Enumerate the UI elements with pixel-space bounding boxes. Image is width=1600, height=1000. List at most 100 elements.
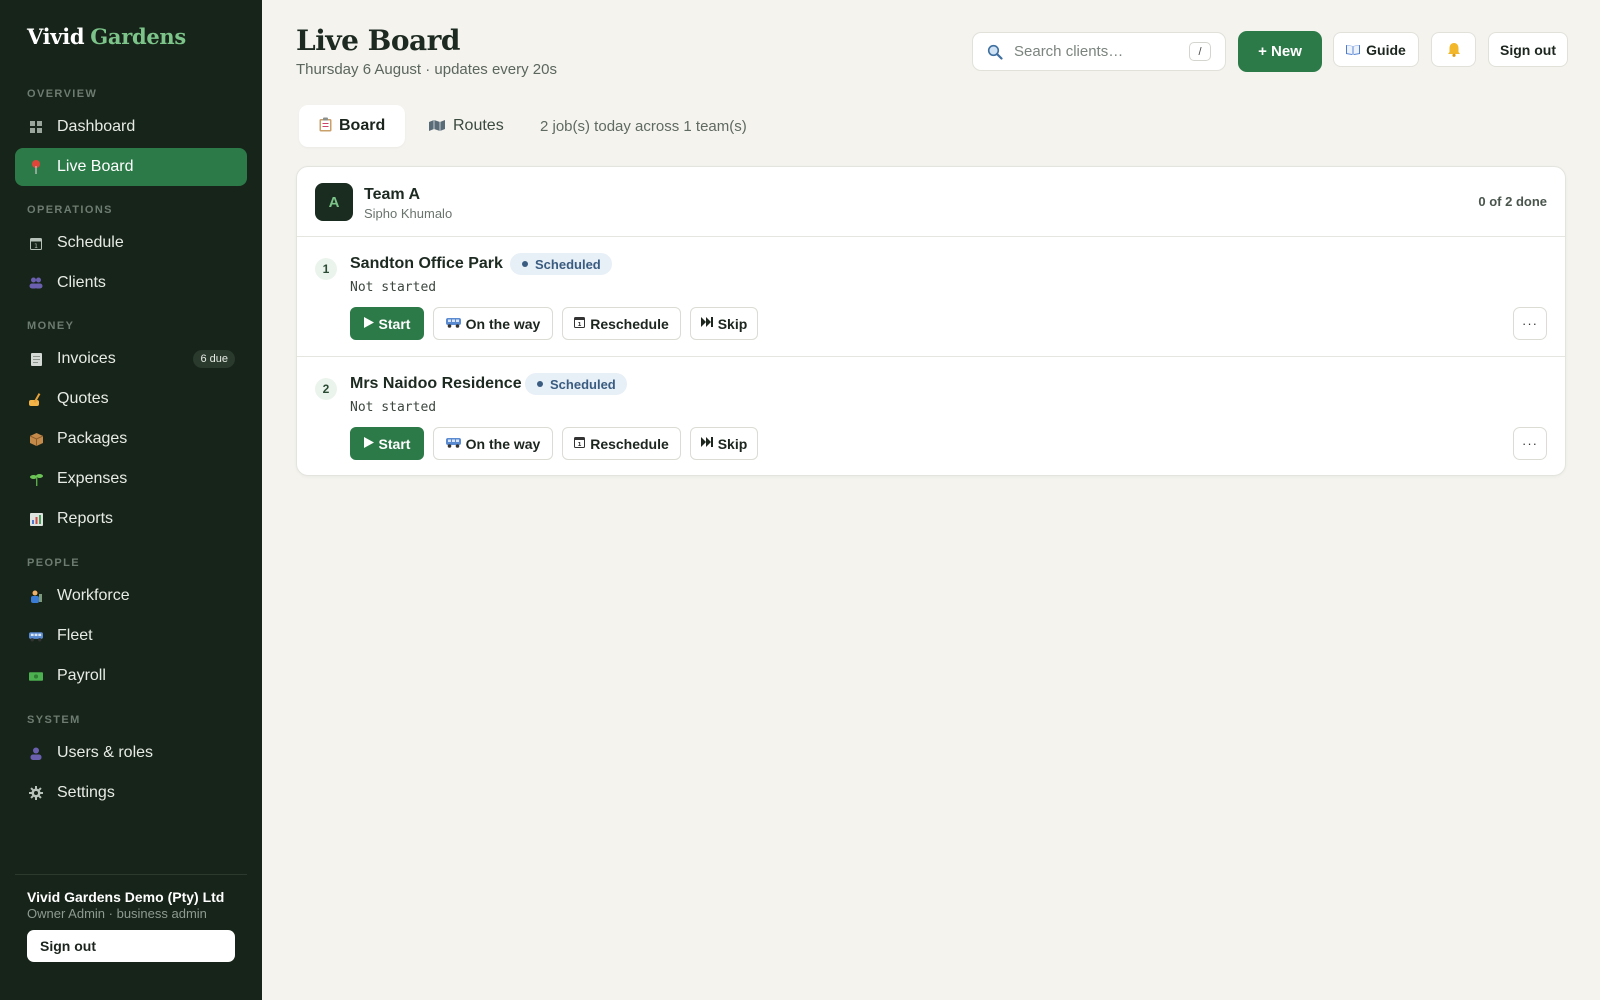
sidebar-item-live-board[interactable]: Live Board	[15, 148, 247, 186]
pin-icon	[29, 160, 43, 174]
skip-icon	[700, 437, 713, 450]
section-label-operations: OPERATIONS	[27, 204, 113, 216]
org-name: Vivid Gardens Demo (Pty) Ltd	[27, 889, 225, 905]
seedling-icon	[29, 472, 43, 486]
on-the-way-button[interactable]: On the way	[433, 427, 553, 460]
search-input[interactable]	[1014, 43, 1174, 60]
svg-text:1: 1	[578, 322, 582, 328]
guide-button[interactable]: Guide	[1333, 32, 1419, 67]
sidebar-item-label: Packages	[57, 430, 128, 447]
team-avatar: A	[315, 183, 353, 221]
reschedule-button-label: Reschedule	[590, 315, 669, 332]
van-icon	[445, 437, 461, 451]
calendar-icon: 1	[574, 436, 586, 451]
sidebar-item-label: Invoices	[57, 350, 116, 367]
sidebar-item-invoices[interactable]: Invoices 6 due	[15, 340, 247, 378]
brand-name-part2: Gardens	[90, 24, 186, 49]
tab-board-label: Board	[339, 117, 386, 134]
tab-routes[interactable]: Routes	[408, 105, 524, 147]
money-icon	[29, 669, 43, 683]
sidebar-item-quotes[interactable]: Quotes	[15, 380, 247, 418]
start-button[interactable]: Start	[350, 307, 424, 340]
sidebar-item-label: Clients	[57, 274, 106, 291]
job-state: Not started	[350, 280, 437, 295]
sidebar-item-users-roles[interactable]: Users & roles	[15, 734, 247, 772]
jobs-summary: 2 job(s) today across 1 team(s)	[540, 118, 747, 135]
sidebar-item-label: Live Board	[57, 158, 134, 175]
worker-icon	[29, 589, 43, 603]
status-dot-icon	[522, 261, 528, 267]
skip-button[interactable]: Skip	[690, 307, 758, 340]
sidebar-item-clients[interactable]: Clients	[15, 264, 247, 302]
van-icon	[445, 317, 461, 331]
play-icon	[363, 316, 374, 331]
skip-icon	[700, 317, 713, 330]
dashboard-icon	[29, 120, 43, 134]
people-icon	[29, 276, 43, 290]
sidebar-item-schedule[interactable]: 1 Schedule	[15, 224, 247, 262]
sidebar-item-fleet[interactable]: Fleet	[15, 617, 247, 655]
page-title: Live Board	[296, 24, 460, 57]
play-icon	[363, 436, 374, 451]
team-name: Team A	[364, 186, 421, 203]
user-icon	[29, 746, 43, 760]
more-options-button[interactable]: ···	[1513, 427, 1547, 460]
job-name[interactable]: Sandton Office Park	[350, 255, 503, 273]
sidebar-divider	[15, 874, 247, 875]
sidebar-item-workforce[interactable]: Workforce	[15, 577, 247, 615]
team-progress: 0 of 2 done	[1478, 194, 1547, 209]
job-name[interactable]: Mrs Naidoo Residence	[350, 375, 522, 393]
brand-name-part1: Vivid	[27, 24, 85, 49]
status-badge: Scheduled	[510, 253, 612, 275]
section-label-money: MONEY	[27, 320, 75, 332]
sidebar-item-reports[interactable]: Reports	[15, 500, 247, 538]
sidebar-item-label: Fleet	[57, 627, 93, 644]
new-button[interactable]: + New	[1238, 31, 1322, 72]
start-button[interactable]: Start	[350, 427, 424, 460]
sidebar-sign-out-button[interactable]: Sign out	[27, 930, 235, 962]
sidebar-item-label: Reports	[57, 510, 114, 527]
reschedule-button[interactable]: 1 Reschedule	[562, 307, 681, 340]
sidebar-item-label: Expenses	[57, 470, 128, 487]
skip-button[interactable]: Skip	[690, 427, 758, 460]
sidebar-item-expenses[interactable]: Expenses	[15, 460, 247, 498]
job-row: 1 Sandton Office Park Scheduled Not star…	[297, 237, 1565, 357]
package-icon	[29, 432, 43, 446]
writing-hand-icon	[29, 392, 43, 406]
sidebar-item-packages[interactable]: Packages	[15, 420, 247, 458]
status-badge-label: Scheduled	[550, 376, 616, 392]
more-options-button[interactable]: ···	[1513, 307, 1547, 340]
sidebar: Vivid Gardens OVERVIEW Dashboard Live Boa…	[0, 0, 262, 1000]
org-role: Owner Admin · business admin	[27, 906, 207, 921]
sidebar-item-payroll[interactable]: Payroll	[15, 657, 247, 695]
on-the-way-button[interactable]: On the way	[433, 307, 553, 340]
job-number: 1	[315, 258, 337, 280]
status-badge-label: Scheduled	[535, 256, 601, 272]
sidebar-item-settings[interactable]: Settings	[15, 774, 247, 812]
on-the-way-button-label: On the way	[465, 315, 541, 332]
job-row: 2 Mrs Naidoo Residence Scheduled Not sta…	[297, 357, 1565, 477]
start-button-label: Start	[378, 315, 411, 332]
tab-board[interactable]: Board	[299, 105, 406, 147]
search-shortcut-hint: /	[1189, 42, 1211, 61]
header-sign-out-button[interactable]: Sign out	[1488, 32, 1568, 67]
team-card: A Team A Sipho Khumalo 0 of 2 done 1 San…	[296, 166, 1566, 476]
reschedule-button-label: Reschedule	[590, 435, 669, 452]
sidebar-item-label: Workforce	[57, 587, 130, 604]
van-icon	[29, 629, 43, 643]
book-icon	[1346, 44, 1361, 55]
bar-chart-icon	[29, 512, 43, 526]
start-button-label: Start	[378, 435, 411, 452]
svg-text:1: 1	[34, 243, 38, 250]
notifications-button[interactable]	[1431, 32, 1476, 67]
search-box[interactable]: /	[972, 32, 1226, 71]
reschedule-button[interactable]: 1 Reschedule	[562, 427, 681, 460]
job-number: 2	[315, 378, 337, 400]
invoices-due-badge: 6 due	[193, 350, 235, 368]
team-lead: Sipho Khumalo	[364, 206, 453, 221]
sidebar-item-dashboard[interactable]: Dashboard	[15, 108, 247, 146]
brand-logo[interactable]: Vivid Gardens	[27, 24, 186, 49]
sidebar-item-label: Schedule	[57, 234, 124, 251]
bell-icon	[1447, 42, 1461, 57]
on-the-way-button-label: On the way	[465, 435, 541, 452]
